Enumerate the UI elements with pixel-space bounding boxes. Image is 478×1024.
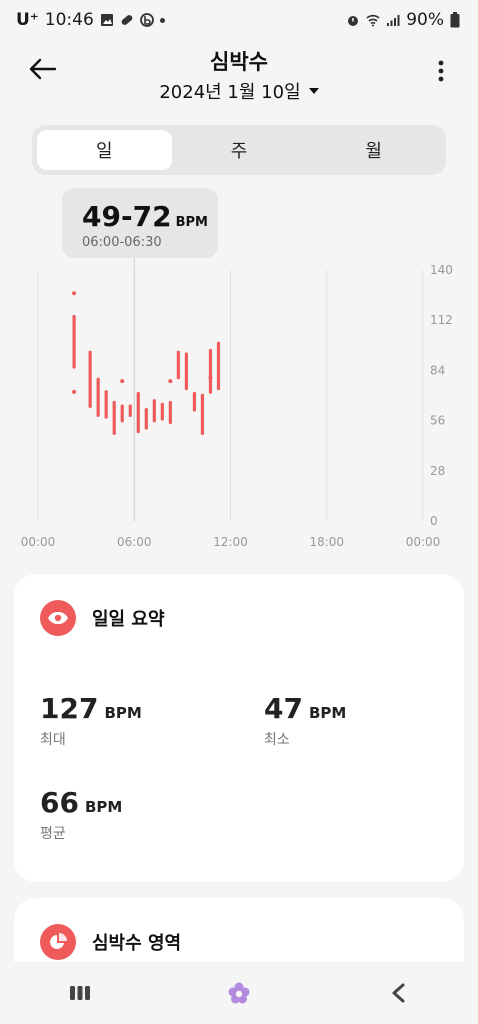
chart-tooltip: 49-72 BPM 06:00-06:30 <box>62 188 218 258</box>
home-button[interactable] <box>214 968 264 1018</box>
more-vert-icon <box>438 60 444 82</box>
hr-point <box>208 375 213 380</box>
hr-range-bar <box>120 404 124 423</box>
avg-value: 66 <box>40 786 79 819</box>
hr-range-bar <box>176 350 180 380</box>
tab-month[interactable]: 월 <box>306 130 441 170</box>
min-unit: BPM <box>308 704 347 722</box>
summary-icon-badge <box>40 600 76 636</box>
zones-header: 심박수 영역 <box>40 924 181 960</box>
summary-header: 일일 요약 <box>40 600 165 636</box>
pie-chart-icon <box>50 933 67 949</box>
y-tick-label: 84 <box>430 363 445 377</box>
caret-down-icon <box>308 88 319 94</box>
zones-title: 심박수 영역 <box>92 933 182 954</box>
recent-apps-button[interactable] <box>55 968 105 1018</box>
system-back-button[interactable] <box>373 968 423 1018</box>
summary-title: 일일 요약 <box>92 609 165 630</box>
x-tick-label: 18:00 <box>309 535 344 549</box>
gallery-notification-icon <box>100 14 113 26</box>
min-label: 최소 <box>264 732 290 748</box>
period-tabs: 일 주 월 <box>32 125 446 175</box>
stat-avg: 66 BPM 평균 <box>40 786 122 843</box>
hr-range-bar <box>184 352 188 391</box>
hr-range-bar <box>216 341 221 391</box>
chart-svg: 00:00 06:00 12:00 18:00 00:00 140 112 84 56 28 0 <box>21 258 453 549</box>
hr-point <box>120 379 125 384</box>
x-tick-label: 06:00 <box>117 535 152 549</box>
hr-point <box>72 389 77 394</box>
hr-range-bar <box>192 391 197 412</box>
y-tick-label: 28 <box>430 464 445 478</box>
hr-range-bar <box>96 377 100 418</box>
tooltip-value-row: 49-72 BPM <box>82 200 218 233</box>
app-header: 심박수 2024년 1월 10일 <box>0 40 478 110</box>
avg-label: 평균 <box>40 826 66 842</box>
x-tick-label: 00:00 <box>406 535 441 549</box>
eye-icon <box>48 612 68 624</box>
x-tick-label: 00:00 <box>21 535 56 549</box>
status-left: U⁺ 10:46 <box>16 10 165 30</box>
chevron-left-icon <box>392 983 405 1003</box>
hr-range-bar <box>72 314 76 369</box>
hr-range-bar <box>200 393 205 435</box>
hr-range-bar <box>88 350 92 409</box>
heart-rate-chart[interactable]: 00:00 06:00 12:00 18:00 00:00 140 112 84 56 28 0 <box>0 258 478 558</box>
tab-day[interactable]: 일 <box>37 130 172 170</box>
page-title: 심박수 <box>210 50 268 74</box>
hr-range-bar <box>152 399 156 423</box>
pill-notification-icon <box>121 15 133 25</box>
hr-range-bar <box>112 400 116 435</box>
y-tick-label: 56 <box>430 414 445 428</box>
battery-percent: 90% <box>406 10 444 30</box>
max-label: 최대 <box>40 732 66 748</box>
system-nav-bar <box>0 962 478 1024</box>
more-notifications-dot <box>159 17 165 23</box>
daily-summary-card[interactable]: 일일 요약 127 BPM 최대 47 BPM 최소 66 BPM 평균 <box>14 574 464 882</box>
stat-min: 47 BPM 최소 <box>264 692 346 749</box>
wifi-icon <box>366 14 380 27</box>
signal-icon <box>387 15 400 26</box>
y-tick-label: 140 <box>430 263 453 277</box>
flower-home-icon <box>228 982 250 1004</box>
date-selector[interactable]: 2024년 1월 10일 <box>0 78 478 104</box>
date-label: 2024년 1월 10일 <box>159 82 301 103</box>
max-unit: BPM <box>104 704 142 722</box>
hr-range-bar <box>136 391 140 434</box>
avg-unit: BPM <box>84 798 123 816</box>
battery-icon <box>450 12 460 28</box>
y-tick-label: 0 <box>430 514 438 528</box>
carrier-label: U⁺ <box>16 10 39 30</box>
stat-max: 127 BPM 최대 <box>40 692 142 749</box>
tooltip-time: 06:00-06:30 <box>82 235 162 250</box>
y-tick-label: 112 <box>430 313 453 327</box>
status-bar: U⁺ 10:46 90% <box>0 0 478 40</box>
more-options-button[interactable] <box>426 54 456 88</box>
hr-range-bar <box>160 402 164 421</box>
status-time: 10:46 <box>44 10 94 30</box>
alarm-icon <box>348 16 359 26</box>
hr-point <box>72 291 77 296</box>
status-right: 90% <box>346 10 460 30</box>
tooltip-unit: BPM <box>175 215 208 230</box>
max-value: 127 <box>40 692 99 725</box>
hr-range-bar <box>128 404 132 418</box>
min-value: 47 <box>264 692 303 725</box>
app-notification-icon <box>139 13 154 27</box>
recent-apps-icon <box>69 986 90 1000</box>
hr-point <box>168 379 173 384</box>
hr-range-bar <box>104 390 108 419</box>
hr-range-bar <box>144 408 148 430</box>
zones-icon-badge <box>40 924 76 960</box>
tab-week[interactable]: 주 <box>172 130 307 170</box>
hr-range-bar <box>168 400 172 425</box>
tooltip-range: 49-72 <box>82 200 172 233</box>
x-tick-label: 12:00 <box>213 535 248 549</box>
hr-range-bar <box>208 348 213 394</box>
